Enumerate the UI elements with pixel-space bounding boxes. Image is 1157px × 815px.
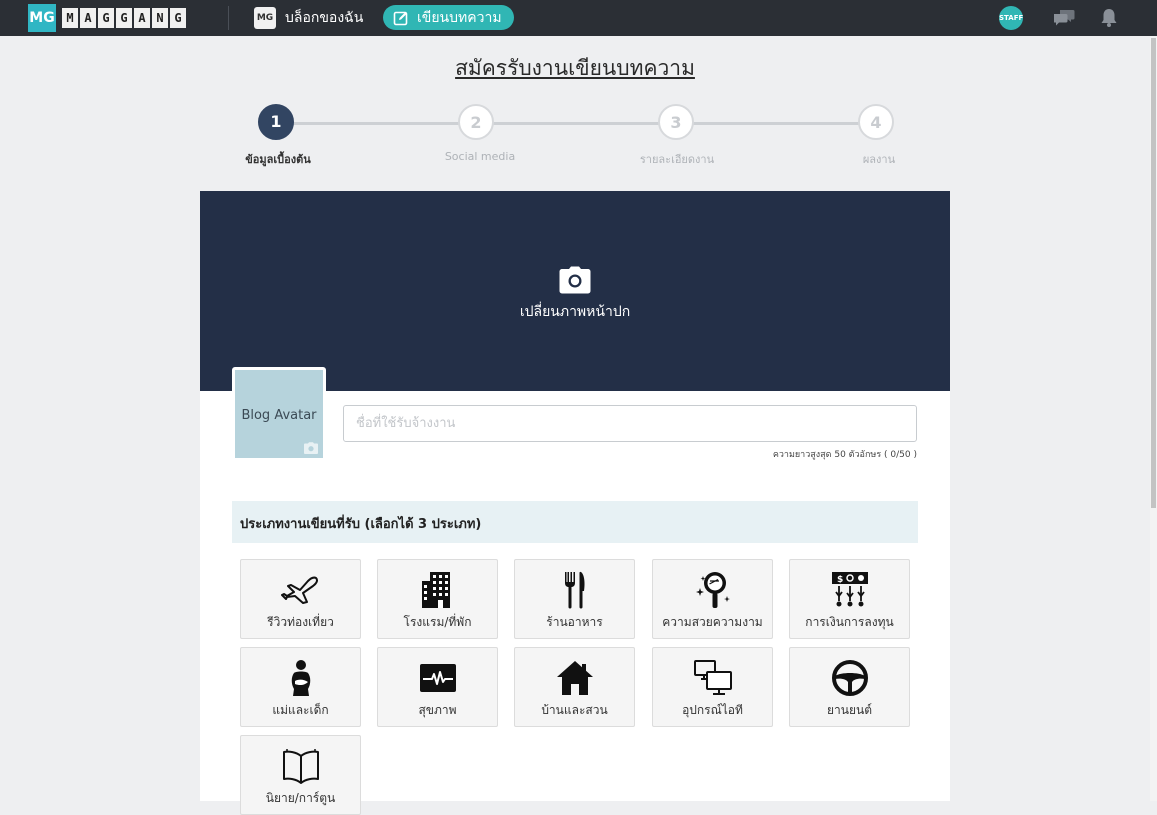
computer-devices-icon xyxy=(653,658,772,698)
camera-icon xyxy=(559,266,591,294)
category-restaurant[interactable]: ร้านอาหาร xyxy=(514,559,635,639)
airplane-icon xyxy=(241,570,360,610)
logo-wordmark: MAGGANG xyxy=(62,8,188,28)
blog-avatar-upload[interactable]: Blog Avatar xyxy=(232,367,326,461)
step-1[interactable]: 1 xyxy=(258,104,294,140)
category-label: โรงแรม/ที่พัก xyxy=(403,615,472,629)
step-2[interactable]: 2 xyxy=(458,104,494,140)
write-article-button[interactable]: เขียนบทความ xyxy=(383,5,514,30)
stepper-track xyxy=(276,122,878,125)
category-travel-review[interactable]: รีวิวท่องเที่ยว xyxy=(240,559,361,639)
top-navbar: MG MAGGANG MG บล็อกของฉัน เขียนบทความ ST… xyxy=(0,0,1157,36)
step-3[interactable]: 3 xyxy=(658,104,694,140)
change-cover-label: เปลี่ยนภาพหน้าปก xyxy=(519,304,631,320)
category-mother-baby[interactable]: แม่และเด็ก xyxy=(240,647,361,727)
cover-image-area[interactable]: เปลี่ยนภาพหน้าปก xyxy=(200,191,950,391)
svg-text:$: $ xyxy=(837,575,843,585)
step-4-label: ผลงาน xyxy=(862,153,896,166)
category-health[interactable]: สุขภาพ xyxy=(377,647,498,727)
messages-icon[interactable] xyxy=(1053,9,1075,27)
profile-form-card: เปลี่ยนภาพหน้าปก Blog Avatar ความยาวสูงส… xyxy=(200,191,950,815)
my-blog-link[interactable]: MG บล็อกของฉัน xyxy=(254,6,363,30)
avatar-placeholder-text: Blog Avatar xyxy=(241,408,317,423)
category-label: ความสวยความงาม xyxy=(662,615,763,629)
category-automotive[interactable]: ยานยนต์ xyxy=(789,647,910,727)
building-icon xyxy=(378,570,497,610)
page-scrollbar[interactable] xyxy=(1150,36,1157,801)
category-label: ยานยนต์ xyxy=(827,703,872,717)
categories-header: ประเภทงานเขียนที่รับ (เลือกได้ 3 ประเภท) xyxy=(232,501,918,543)
mother-baby-icon xyxy=(241,658,360,698)
finance-icon: $ xyxy=(790,570,909,610)
category-label: บ้านและสวน xyxy=(541,703,608,717)
blog-icon: MG xyxy=(254,7,276,29)
categories-title: ประเภทงานเขียนที่รับ (เลือกได้ 3 ประเภท) xyxy=(240,517,482,532)
category-label: นิยาย/การ์ตูน xyxy=(265,791,336,805)
page-title: สมัครรับงานเขียนบทความ xyxy=(455,56,695,80)
heartbeat-icon xyxy=(378,658,497,698)
category-label: รีวิวท่องเที่ยว xyxy=(267,615,334,629)
fork-knife-icon xyxy=(515,570,634,610)
step-4[interactable]: 4 xyxy=(858,104,894,140)
step-2-label: Social media xyxy=(444,150,516,163)
logo-cube-icon: MG xyxy=(28,4,56,32)
category-novel-cartoon[interactable]: นิยาย/การ์ตูน xyxy=(240,735,361,815)
category-beauty[interactable]: ความสวยความงาม xyxy=(652,559,773,639)
step-1-label: ข้อมูลเบื้องต้น xyxy=(245,153,311,166)
mirror-sparkle-icon xyxy=(653,570,772,610)
avatar-camera-icon xyxy=(304,442,318,454)
category-label: อุปกรณ์ไอที xyxy=(682,703,743,717)
category-finance[interactable]: $ การเงินการลงทุน xyxy=(789,559,910,639)
write-article-label: เขียนบทความ xyxy=(417,9,502,26)
category-home-garden[interactable]: บ้านและสวน xyxy=(514,647,635,727)
category-label: การเงินการลงทุน xyxy=(805,615,894,629)
name-length-hint: ความยาวสูงสุด 50 ตัวอักษร ( 0/50 ) xyxy=(772,450,917,460)
category-label: ร้านอาหาร xyxy=(546,615,603,629)
my-blog-label: บล็อกของฉัน xyxy=(285,10,364,26)
category-it-devices[interactable]: อุปกรณ์ไอที xyxy=(652,647,773,727)
steering-wheel-icon xyxy=(790,658,909,698)
notification-bell-icon[interactable] xyxy=(1100,8,1118,28)
navbar-divider xyxy=(228,6,229,30)
house-icon xyxy=(515,658,634,698)
category-label: แม่และเด็ก xyxy=(272,703,329,717)
step-3-label: รายละเอียดงาน xyxy=(639,153,715,166)
staff-avatar[interactable]: STAFF xyxy=(999,6,1023,30)
category-label: สุขภาพ xyxy=(418,703,457,717)
category-hotel[interactable]: โรงแรม/ที่พัก xyxy=(377,559,498,639)
maggang-logo[interactable]: MG MAGGANG xyxy=(28,4,188,32)
scrollbar-thumb[interactable] xyxy=(1151,38,1156,508)
writer-name-input[interactable] xyxy=(343,405,917,442)
open-book-icon xyxy=(241,746,360,786)
edit-icon xyxy=(393,11,408,25)
